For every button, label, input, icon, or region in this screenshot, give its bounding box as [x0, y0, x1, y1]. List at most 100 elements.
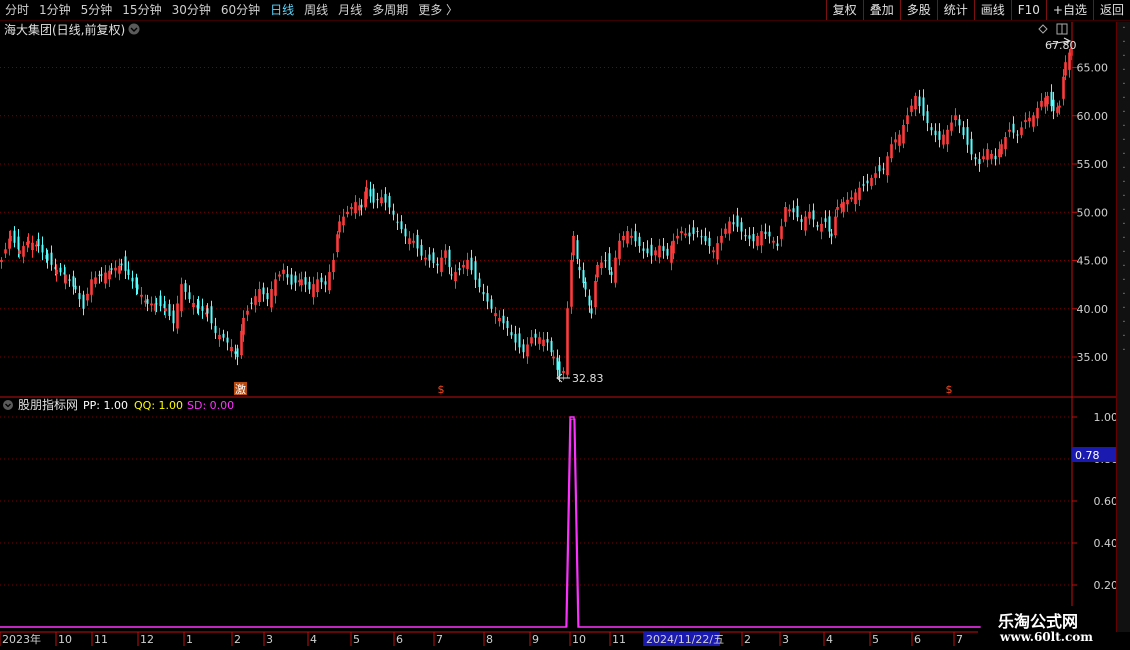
- candle-body: [792, 208, 795, 213]
- candle-body: [184, 283, 187, 292]
- candle-body: [518, 333, 521, 348]
- candle-body: [41, 244, 44, 253]
- candle-body: [290, 274, 293, 285]
- candle-body: [159, 295, 162, 307]
- candle-body: [82, 294, 85, 309]
- candle-body: [796, 205, 799, 218]
- x-tick-label: 3: [266, 633, 273, 646]
- candle-body: [478, 278, 481, 288]
- candle-body: [610, 271, 613, 275]
- candle-body: [120, 263, 123, 266]
- candle-body: [974, 157, 977, 160]
- candle-body: [68, 279, 71, 281]
- diamond-icon[interactable]: [1038, 24, 1048, 34]
- max-annotation: 67.80: [1045, 37, 1077, 52]
- candle-body: [768, 231, 771, 237]
- y-tick-label: 50.00: [1077, 206, 1109, 219]
- candle-body: [556, 357, 559, 370]
- sd-line: [0, 416, 980, 628]
- candle-body: [146, 299, 149, 304]
- marker-dollar-2: $: [946, 383, 953, 396]
- candle-body: [376, 199, 379, 201]
- marker-ji-text: 激: [235, 382, 246, 396]
- candle-body: [127, 269, 130, 275]
- x-tick-label: 11: [94, 633, 108, 646]
- candle-body: [369, 189, 372, 197]
- candle-body: [922, 97, 925, 116]
- candle-body: [490, 299, 493, 309]
- candle-body: [1016, 134, 1019, 136]
- candle-body: [450, 274, 453, 276]
- candle-body: [1012, 123, 1015, 133]
- chevron-down-icon[interactable]: [128, 23, 140, 35]
- candle-body: [634, 231, 637, 242]
- candle-body: [812, 210, 815, 220]
- candle-body: [188, 292, 191, 300]
- candle-body: [482, 291, 485, 295]
- marker-dollar-1: $: [438, 383, 445, 396]
- x-tick-label: 2023年: [2, 632, 41, 646]
- indicator-sd: SD: 0.00: [187, 399, 234, 412]
- candle-body: [650, 244, 653, 256]
- x-tick-label: 4: [826, 633, 833, 646]
- panel-toggle-icon[interactable]: [1056, 23, 1068, 35]
- candle-body: [744, 234, 747, 237]
- candle-body: [732, 222, 735, 225]
- candle-body: [558, 361, 561, 377]
- indicator-axis: 0.200.400.600.801.00: [1072, 411, 1118, 592]
- candle-body: [830, 233, 833, 237]
- candle-body: [197, 300, 200, 309]
- candle-body: [882, 168, 885, 170]
- candle-body: [938, 131, 941, 140]
- candle-body: [294, 275, 297, 283]
- candle-body: [392, 210, 395, 215]
- indicator-name: 股朋指标网: [18, 397, 78, 412]
- candle-body: [962, 127, 965, 136]
- candle-body: [862, 184, 865, 186]
- candle-body: [420, 244, 423, 256]
- x-tick-label: 5: [872, 633, 879, 646]
- x-tick-label: 6: [396, 633, 403, 646]
- candle-body: [958, 119, 961, 126]
- y-tick-label: 35.00: [1077, 351, 1109, 364]
- candle-body: [800, 219, 803, 222]
- candle-body: [136, 284, 139, 290]
- candle-body: [816, 225, 819, 227]
- candle-body: [304, 277, 307, 285]
- candle-body: [708, 237, 711, 247]
- candle-body: [514, 333, 517, 343]
- candle-body: [546, 339, 549, 343]
- candle-body: [486, 293, 489, 302]
- candle-body: [384, 194, 387, 203]
- candle-body: [696, 231, 699, 233]
- x-tick-label: 9: [532, 633, 539, 646]
- candle-body: [704, 235, 707, 242]
- candle-body: [752, 234, 755, 242]
- candle-body: [262, 287, 265, 295]
- y-tick-label: 65.00: [1077, 62, 1109, 75]
- candle-body: [878, 165, 881, 172]
- candle-body: [98, 274, 101, 276]
- indicator-qq: QQ: 1.00: [134, 399, 183, 412]
- candle-body: [502, 315, 505, 324]
- candle-body: [226, 337, 229, 343]
- candle-body: [436, 263, 439, 266]
- indicator-chevron-icon[interactable]: [3, 400, 13, 410]
- candle-body: [700, 236, 703, 238]
- candle-body: [396, 221, 399, 223]
- right-side-strip: · · · · · · · · · · · · · · · · · · · · · · · ·: [1116, 22, 1130, 632]
- candle-body: [740, 222, 743, 232]
- candle-body: [78, 293, 81, 300]
- indicator-axis-badge: 0.78: [1072, 447, 1122, 462]
- candle-body: [824, 218, 827, 222]
- candle-body: [234, 351, 237, 354]
- candle-body: [646, 248, 649, 254]
- candle-body: [576, 240, 579, 259]
- candle-body: [360, 204, 363, 208]
- candle-body: [506, 320, 509, 329]
- candle-body: [372, 188, 375, 203]
- candle-body: [578, 266, 581, 271]
- x-tick-label: 4: [310, 633, 317, 646]
- x-tick-label: 6: [914, 633, 921, 646]
- date-axis: 2023年 10 11 12 1 2 3 4 5 6 7 8 9 10 11 2024/11/22/五 2 3 4 5…: [0, 632, 963, 646]
